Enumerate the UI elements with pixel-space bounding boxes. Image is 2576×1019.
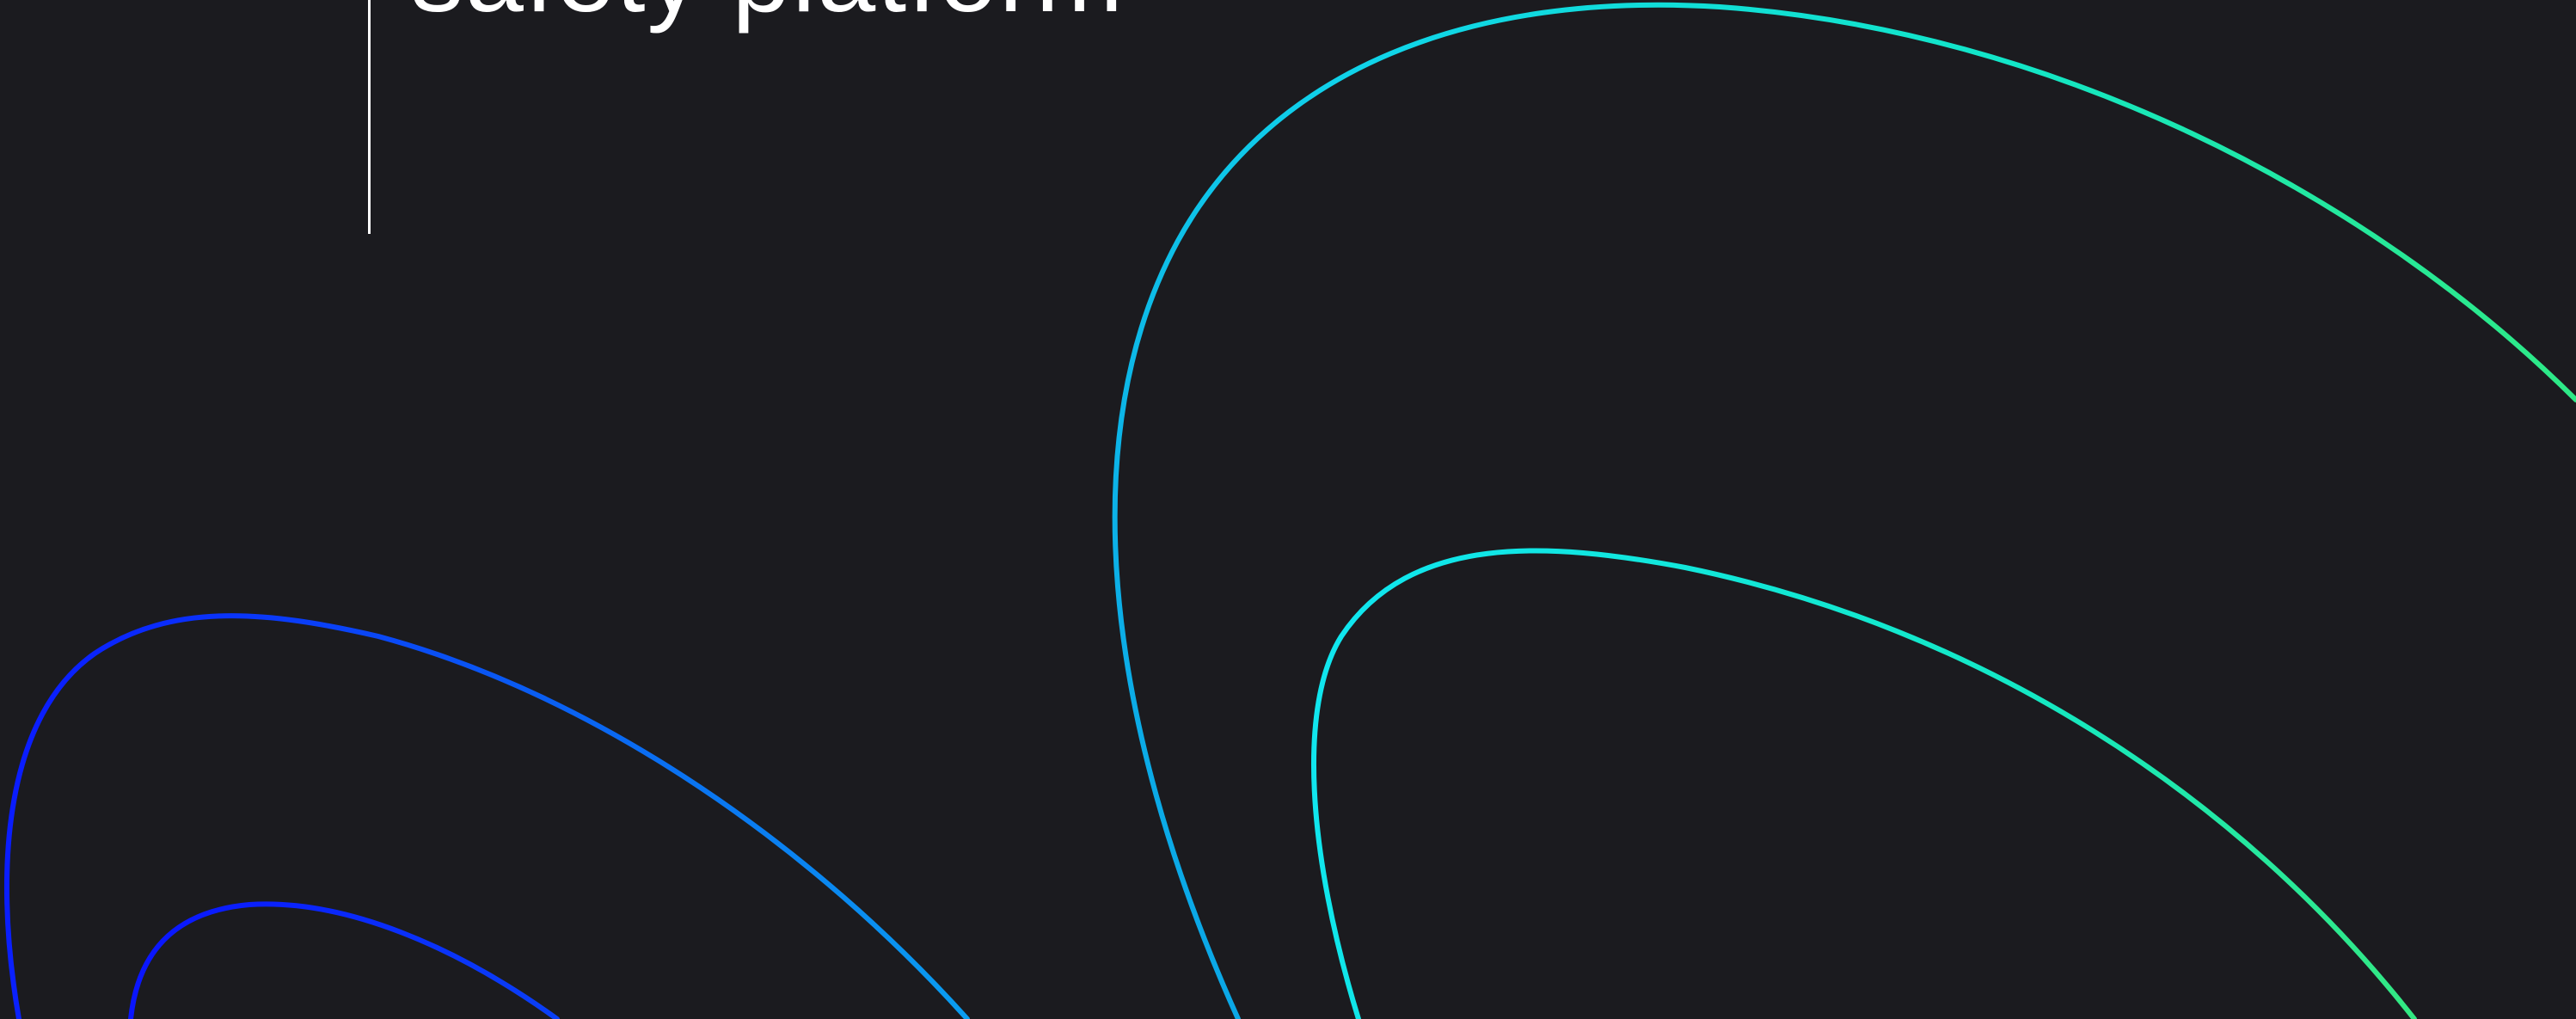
- curve-large-outer: [1112, 2, 2576, 1019]
- curve-large-inner: [1311, 548, 2417, 1019]
- curve-left-inner: [128, 901, 560, 1019]
- hero-section: safety platform: [0, 0, 2576, 1019]
- decorative-curves-art: [3, 2, 2576, 1019]
